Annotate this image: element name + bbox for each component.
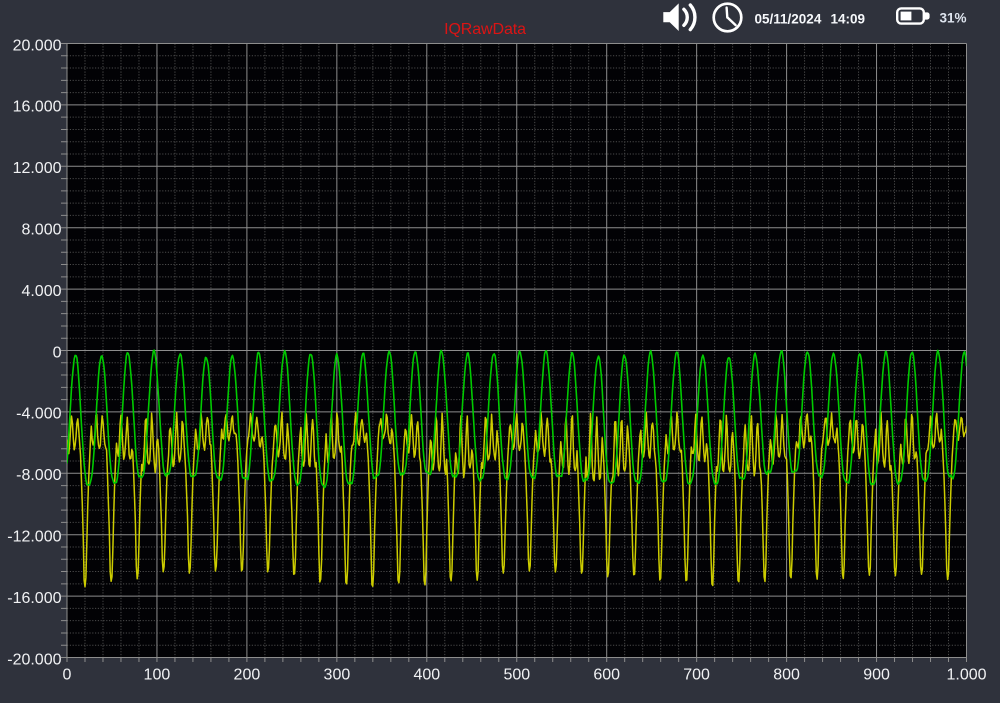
- svg-text:900: 900: [863, 666, 890, 683]
- svg-text:0: 0: [63, 666, 72, 683]
- svg-text:100: 100: [144, 666, 171, 683]
- svg-text:12.000: 12.000: [13, 160, 62, 177]
- svg-text:-16.000: -16.000: [7, 590, 61, 607]
- svg-text:-4.000: -4.000: [16, 406, 61, 423]
- svg-text:4.000: 4.000: [21, 283, 61, 300]
- svg-text:300: 300: [324, 666, 351, 683]
- svg-text:31%: 31%: [940, 10, 967, 25]
- svg-text:800: 800: [773, 666, 800, 683]
- svg-text:700: 700: [683, 666, 710, 683]
- svg-text:500: 500: [503, 666, 530, 683]
- svg-text:20.000: 20.000: [13, 37, 62, 54]
- svg-text:1.000: 1.000: [946, 666, 986, 683]
- svg-text:16.000: 16.000: [13, 99, 62, 116]
- svg-text:IQRawData: IQRawData: [444, 21, 526, 38]
- svg-text:14:09: 14:09: [831, 11, 866, 26]
- svg-text:600: 600: [593, 666, 620, 683]
- svg-text:-8.000: -8.000: [16, 467, 61, 484]
- svg-text:8.000: 8.000: [21, 221, 61, 238]
- svg-text:-20.000: -20.000: [7, 651, 61, 668]
- svg-text:0: 0: [53, 344, 62, 361]
- svg-text:200: 200: [234, 666, 261, 683]
- svg-text:-12.000: -12.000: [7, 528, 61, 545]
- svg-text:05/11/2024: 05/11/2024: [755, 11, 822, 26]
- svg-text:400: 400: [413, 666, 440, 683]
